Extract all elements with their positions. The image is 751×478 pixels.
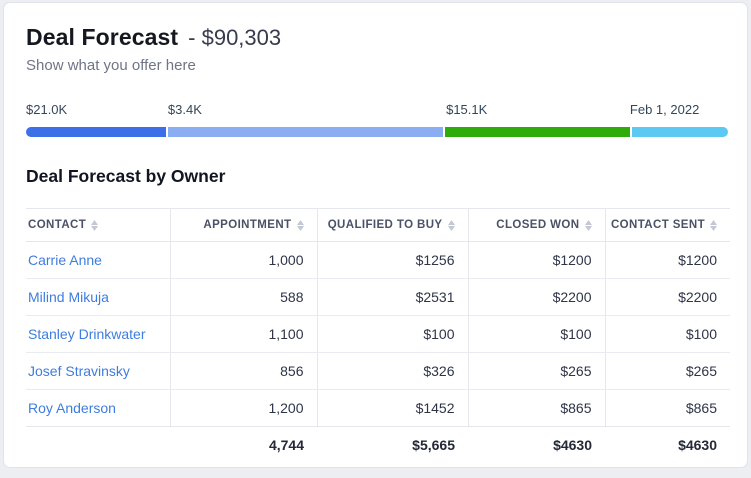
- cell-sent: $100: [605, 316, 730, 353]
- contact-link[interactable]: Milind Mikuja: [28, 289, 109, 305]
- total-appointment: 4,744: [170, 427, 317, 464]
- cell-qualified: $100: [317, 316, 468, 353]
- deal-forecast-card: Deal Forecast - $90,303 Show what you of…: [3, 2, 748, 468]
- cell-qualified: $1452: [317, 390, 468, 427]
- sort-icon[interactable]: [448, 220, 455, 231]
- table-row: Milind Mikuja 588 $2531 $2200 $2200: [26, 279, 730, 316]
- sort-icon[interactable]: [585, 220, 592, 231]
- column-header-label: Qualified To Buy: [328, 219, 443, 231]
- segment-label-closed: $15.1K: [446, 102, 487, 117]
- cell-closed: $1200: [468, 242, 605, 279]
- contact-link[interactable]: Josef Stravinsky: [28, 363, 130, 379]
- column-header-contact-sent[interactable]: Contact Sent: [605, 209, 730, 242]
- total-sent: $4630: [605, 427, 730, 464]
- column-header-label: Appointment: [203, 219, 291, 231]
- column-header-appointment[interactable]: Appointment: [170, 209, 317, 242]
- deal-forecast-table: Contact Appointment: [26, 208, 730, 464]
- sort-icon[interactable]: [710, 220, 717, 231]
- segment-label-date: Feb 1, 2022: [630, 102, 699, 117]
- cell-appointment: 588: [170, 279, 317, 316]
- progress-segment-2[interactable]: [168, 127, 443, 137]
- table-title: Deal Forecast by Owner: [26, 166, 725, 187]
- column-header-label: Closed Won: [496, 219, 579, 231]
- cell-appointment: 1,200: [170, 390, 317, 427]
- cell-sent: $865: [605, 390, 730, 427]
- cell-closed: $100: [468, 316, 605, 353]
- cell-qualified: $1256: [317, 242, 468, 279]
- segment-label-appointment: $21.0K: [26, 102, 67, 117]
- page-subtitle: Show what you offer here: [26, 57, 725, 74]
- contact-link[interactable]: Carrie Anne: [28, 252, 102, 268]
- sort-icon[interactable]: [297, 220, 304, 231]
- column-header-contact[interactable]: Contact: [26, 209, 170, 242]
- column-header-closed-won[interactable]: Closed Won: [468, 209, 605, 242]
- table-row: Josef Stravinsky 856 $326 $265 $265: [26, 353, 730, 390]
- totals-empty-cell: [26, 427, 170, 464]
- cell-qualified: $326: [317, 353, 468, 390]
- forecast-amount: - $90,303: [188, 25, 281, 51]
- cell-appointment: 856: [170, 353, 317, 390]
- contact-link[interactable]: Stanley Drinkwater: [28, 326, 146, 342]
- cell-appointment: 1,100: [170, 316, 317, 353]
- contact-link[interactable]: Roy Anderson: [28, 400, 116, 416]
- cell-sent: $2200: [605, 279, 730, 316]
- cell-appointment: 1,000: [170, 242, 317, 279]
- cell-closed: $265: [468, 353, 605, 390]
- page-title: Deal Forecast: [26, 24, 178, 51]
- stacked-progress-track: [26, 127, 725, 137]
- totals-row: 4,744 $5,665 $4630 $4630: [26, 427, 730, 464]
- cell-qualified: $2531: [317, 279, 468, 316]
- column-header-qualified-to-buy[interactable]: Qualified To Buy: [317, 209, 468, 242]
- sort-icon[interactable]: [91, 220, 98, 231]
- card-header: Deal Forecast - $90,303: [26, 24, 725, 51]
- forecast-progress-bar: $21.0K $3.4K $15.1K Feb 1, 2022: [26, 102, 725, 142]
- cell-closed: $865: [468, 390, 605, 427]
- cell-sent: $1200: [605, 242, 730, 279]
- table-row: Roy Anderson 1,200 $1452 $865 $865: [26, 390, 730, 427]
- column-header-label: Contact: [28, 219, 86, 231]
- progress-segment-1[interactable]: [26, 127, 166, 137]
- table-header-row: Contact Appointment: [26, 209, 730, 242]
- progress-segment-3[interactable]: [445, 127, 630, 137]
- total-qualified: $5,665: [317, 427, 468, 464]
- table-row: Carrie Anne 1,000 $1256 $1200 $1200: [26, 242, 730, 279]
- total-closed: $4630: [468, 427, 605, 464]
- cell-sent: $265: [605, 353, 730, 390]
- segment-label-qualified: $3.4K: [168, 102, 202, 117]
- column-header-label: Contact Sent: [611, 219, 705, 231]
- cell-closed: $2200: [468, 279, 605, 316]
- progress-segment-4[interactable]: [632, 127, 728, 137]
- table-row: Stanley Drinkwater 1,100 $100 $100 $100: [26, 316, 730, 353]
